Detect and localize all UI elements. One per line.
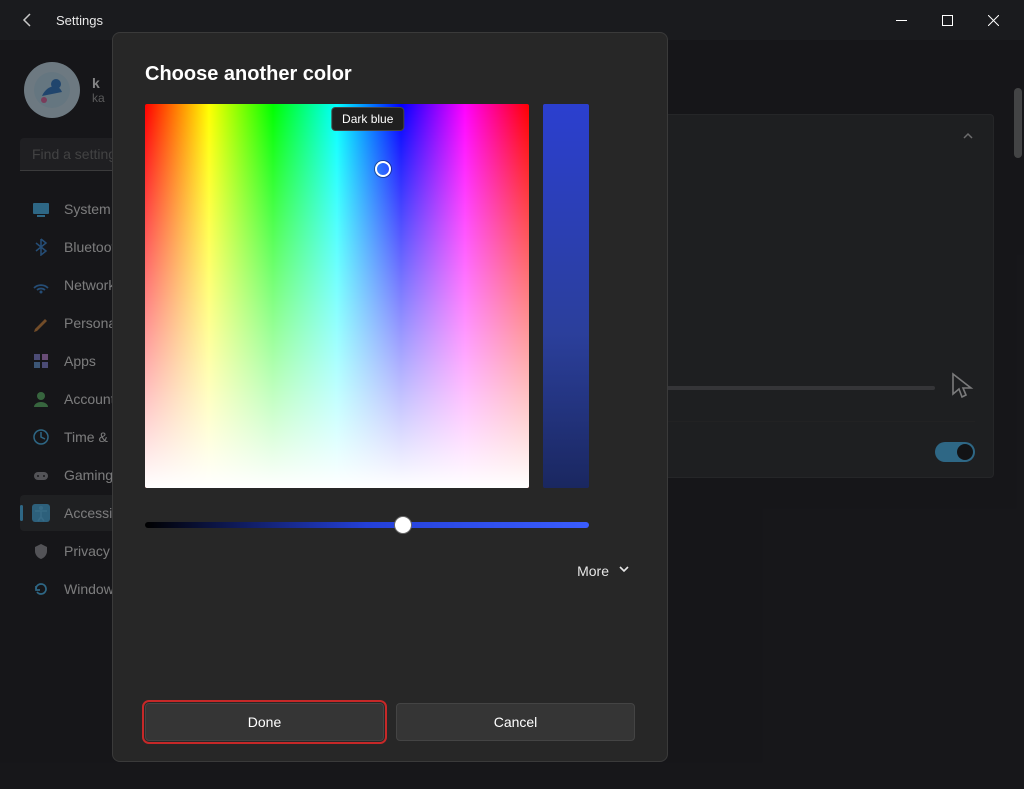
more-label: More <box>577 563 609 579</box>
dialog-title: Choose another color <box>145 63 635 86</box>
color-tooltip: Dark blue <box>331 107 404 131</box>
window-title: Settings <box>48 13 103 28</box>
value-slider-thumb[interactable] <box>394 516 412 534</box>
chevron-down-icon <box>617 562 631 579</box>
color-picker-dialog: Choose another color Dark blue More Done… <box>112 32 668 762</box>
more-toggle[interactable]: More <box>145 562 635 579</box>
cancel-button[interactable]: Cancel <box>396 703 635 741</box>
close-button[interactable] <box>970 4 1016 36</box>
back-button[interactable] <box>8 0 48 40</box>
color-field-handle[interactable] <box>375 161 391 177</box>
value-strip[interactable] <box>543 104 589 488</box>
maximize-button[interactable] <box>924 4 970 36</box>
value-slider[interactable] <box>145 522 589 528</box>
done-button[interactable]: Done <box>145 703 384 741</box>
minimize-button[interactable] <box>878 4 924 36</box>
color-field[interactable]: Dark blue <box>145 104 529 488</box>
